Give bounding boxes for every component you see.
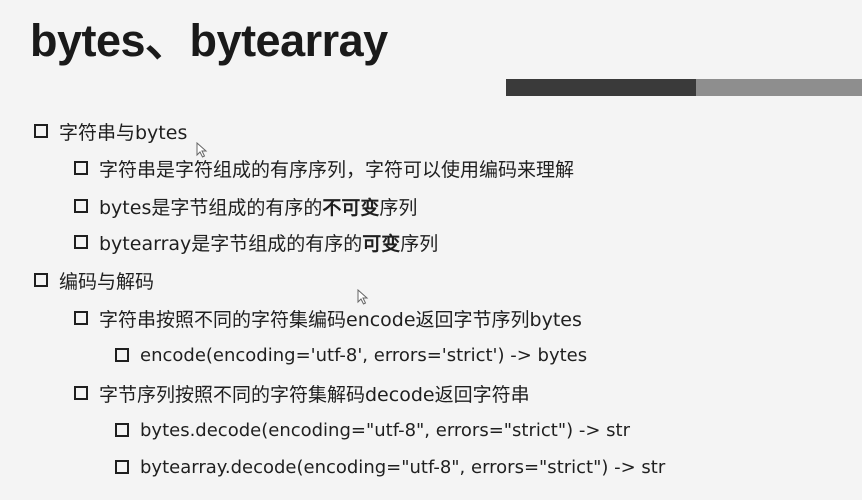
- bullet-list: 字符串与bytes 字符串是字符组成的有序序列，字符可以使用编码来理解 byte…: [0, 0, 862, 500]
- list-item: encode(encoding='utf-8', errors='strict'…: [115, 342, 587, 368]
- list-item-text-pre: bytes是字节组成的有序的: [99, 196, 323, 219]
- list-item: 字符串与bytes: [34, 118, 187, 144]
- list-item-text-post: 序列: [400, 232, 439, 255]
- list-item-text: 字符串与bytes: [59, 121, 188, 144]
- list-item-text-bold: 不可变: [322, 196, 380, 219]
- square-bullet-icon: [74, 311, 88, 325]
- mouse-pointer-icon: [357, 289, 369, 305]
- list-item-text: 字节序列按照不同的字符集解码decode返回字符串: [99, 383, 530, 406]
- list-item-text-pre: bytearray是字节组成的有序的: [99, 232, 363, 255]
- square-bullet-icon: [34, 273, 48, 287]
- square-bullet-icon: [115, 423, 129, 437]
- square-bullet-icon: [74, 235, 88, 249]
- list-item: 字符串按照不同的字符集编码encode返回字节序列bytes: [74, 305, 582, 331]
- list-item-text: bytes.decode(encoding="utf-8", errors="s…: [140, 419, 631, 441]
- list-item: bytes.decode(encoding="utf-8", errors="s…: [115, 417, 630, 443]
- list-item-text: 字符串是字符组成的有序序列，字符可以使用编码来理解: [99, 158, 575, 181]
- list-item-text: 编码与解码: [59, 270, 155, 293]
- square-bullet-icon: [115, 460, 129, 474]
- list-item: 字节序列按照不同的字符集解码decode返回字符串: [74, 380, 530, 406]
- list-item: bytearray是字节组成的有序的 可变 序列: [74, 229, 438, 255]
- mouse-pointer-icon: [196, 142, 208, 158]
- square-bullet-icon: [115, 348, 129, 362]
- square-bullet-icon: [74, 161, 88, 175]
- list-item: 编码与解码: [34, 267, 154, 293]
- square-bullet-icon: [74, 199, 88, 213]
- list-item: bytearray.decode(encoding="utf-8", error…: [115, 454, 665, 480]
- list-item: bytes是字节组成的有序的 不可变 序列: [74, 193, 417, 219]
- list-item-text-bold: 可变: [362, 232, 401, 255]
- square-bullet-icon: [34, 124, 48, 138]
- list-item-text: 字符串按照不同的字符集编码encode返回字节序列bytes: [99, 308, 582, 331]
- list-item-text: encode(encoding='utf-8', errors='strict'…: [140, 344, 588, 366]
- list-item: 字符串是字符组成的有序序列，字符可以使用编码来理解: [74, 155, 574, 181]
- list-item-text-post: 序列: [379, 196, 418, 219]
- square-bullet-icon: [74, 386, 88, 400]
- list-item-text: bytearray.decode(encoding="utf-8", error…: [140, 456, 666, 478]
